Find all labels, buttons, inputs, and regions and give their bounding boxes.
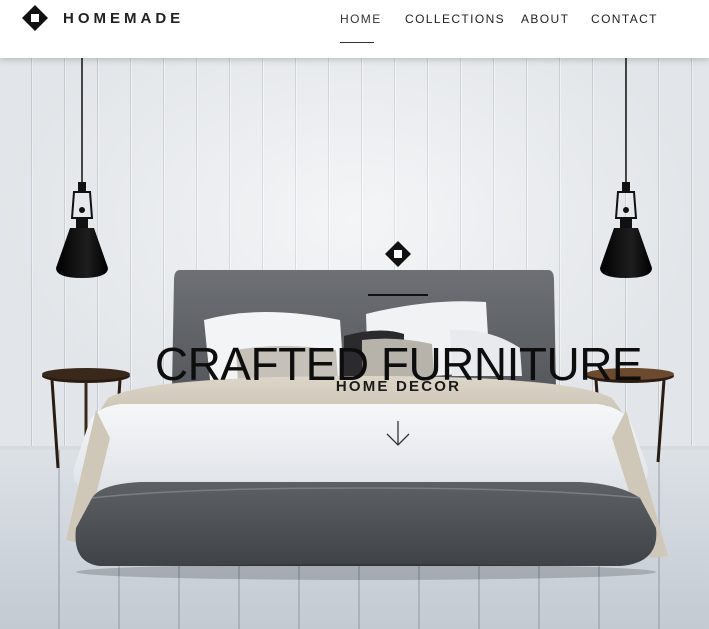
left-pendant-lamp [56, 182, 108, 278]
brand-name: HOMEMADE [63, 9, 185, 27]
site-header: HOMEMADE HOME COLLECTIONS ABOUT CONTACT [0, 0, 709, 58]
right-pendant-lamp [600, 182, 652, 278]
nav-item-home[interactable]: HOME [340, 12, 382, 26]
nav-item-contact[interactable]: CONTACT [591, 12, 658, 26]
hero-subheadline: HOME DECOR [335, 378, 462, 395]
nav-item-collections[interactable]: COLLECTIONS [405, 12, 505, 26]
active-nav-indicator [340, 42, 374, 43]
hero-diamond-icon [385, 241, 411, 267]
diamond-logo-icon [22, 5, 48, 31]
hero-section: CRAFTED FURNITURE HOME DECOR [0, 58, 709, 629]
hero-divider [368, 294, 428, 296]
brand-logo[interactable]: HOMEMADE [21, 3, 184, 33]
nav-item-about[interactable]: ABOUT [521, 12, 569, 26]
arrow-down-icon[interactable] [386, 420, 410, 448]
